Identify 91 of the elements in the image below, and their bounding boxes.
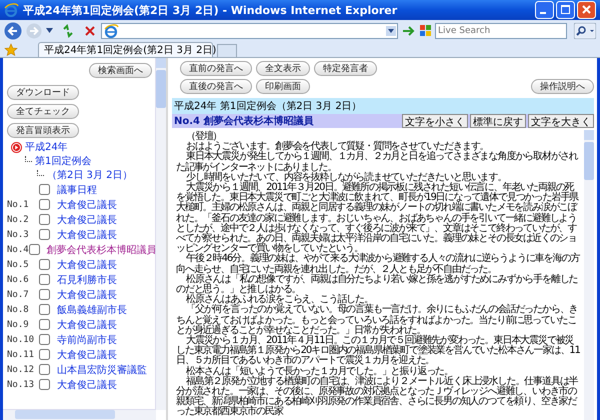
nav-button[interactable]: 全文表示	[256, 61, 310, 76]
paragraph: 松本さんは「短いようで長かった１カ月でした。」と振り返った。	[185, 366, 454, 377]
speaker-link[interactable]: 寺前尚副市長	[57, 332, 117, 346]
paragraph: 少し時間をいただいて、内容を抜粋しながら読ませていただきたいと思います。	[185, 172, 506, 183]
item-number: No.8	[7, 304, 30, 314]
window-title: 平成24年第1回定例会(第2日 3月 2日) - Windows Internet Explorer	[23, 2, 398, 18]
play-circle-icon[interactable]	[11, 142, 22, 152]
speaker-link[interactable]: 議事日程	[57, 182, 97, 196]
checkbox[interactable]	[39, 199, 50, 210]
search-screen-button[interactable]: 検索画面へ	[89, 63, 152, 78]
star-icon[interactable]	[4, 43, 18, 57]
maximize-icon[interactable]	[556, 1, 575, 19]
dropdown-icon[interactable]	[46, 28, 53, 33]
checkbox[interactable]	[39, 349, 50, 360]
checkbox[interactable]	[39, 364, 50, 375]
nav-button[interactable]: 直後の発言へ	[180, 79, 252, 94]
paragraph: 「父が何を言ったのか覚えていない。母の言葉も一言だけ。余りにもふだんの会話だったから、きちんと覚えておけばよかった。もっと会っていろいろ話をすればよかった。当たり前に思っていたことが身近過ぎることが幸せなことだった。」日常が失われた。	[176, 305, 579, 336]
item-number: No.4	[7, 244, 29, 254]
checkbox[interactable]	[39, 289, 50, 300]
address-field[interactable]	[101, 22, 398, 38]
speaker-link[interactable]: 山本昌宏防災審議監	[57, 362, 147, 376]
paragraph: 東日本大震災が発生してから１週間、１カ月、２カ月と日を追ってさまざまな角度から取材がされた記事がインターネットにありました。	[176, 152, 580, 173]
font-size-button[interactable]: 文字を大きく	[528, 114, 594, 128]
paragraph: 午後２時46分。義理の妹は、やがて来る大津波から避難する人々の流れに逆らうように車を海の方向へ走らせ、自宅にいた両親を連れ出した。だが、２人とも足が不自由だった。	[176, 254, 581, 275]
ie-page-icon	[104, 24, 119, 38]
nav-button[interactable]: 印刷画面	[256, 79, 310, 94]
item-number: No.6	[7, 274, 30, 284]
checkbox[interactable]	[39, 334, 50, 345]
item-number: No.13	[7, 380, 36, 390]
checkbox[interactable]	[39, 184, 50, 195]
dropdown-icon[interactable]	[386, 26, 396, 36]
checkbox[interactable]	[39, 274, 50, 285]
checkbox[interactable]	[39, 379, 50, 390]
tree-connector	[37, 170, 44, 176]
item-number: No.5	[7, 260, 30, 270]
speaker-link[interactable]: 大倉俊己議長	[57, 228, 117, 242]
tree-link[interactable]: 平成24年	[25, 140, 68, 154]
speaker-link[interactable]: 大倉俊己議長	[57, 378, 117, 392]
horizontal-scrollbar[interactable]	[3, 409, 156, 420]
speaker-link[interactable]: 大倉俊己議長	[57, 212, 117, 226]
page-button[interactable]: ダウンロード	[7, 85, 79, 100]
checkbox[interactable]	[39, 304, 50, 315]
vertical-scrollbar[interactable]	[155, 58, 166, 410]
refresh-icon[interactable]	[61, 24, 75, 38]
tree-connector	[25, 156, 32, 162]
page-button[interactable]: 発言冒頭表示	[7, 123, 79, 138]
page-button[interactable]: 全てチェック	[7, 104, 79, 119]
item-number: No.3	[7, 230, 30, 240]
checkbox[interactable]	[39, 259, 50, 270]
item-number: No.2	[7, 214, 30, 224]
speaker-link[interactable]: 大倉俊己議長	[57, 258, 117, 272]
font-size-button[interactable]: 文字を小さく	[402, 114, 468, 128]
tree-link[interactable]: （第2日 3月 2日）	[47, 168, 132, 182]
font-size-button[interactable]: 標準に戻す	[470, 114, 526, 128]
speaker-link[interactable]: 大倉俊己議長	[57, 318, 117, 332]
speaker-link[interactable]: 大倉俊己議長	[57, 288, 117, 302]
paragraph: 大震災から１カ月、2011年４月11日。この１カ月で５回避難先が変わった。東日本大震災で被災した東京電力福島第１原発から20キロ圏内の福島県楢葉町で塗装業を営んでいた松本さん一家は、11日、５カ所目であるいわき市のアパートで震災１カ月を迎えた。	[176, 336, 581, 366]
help-button[interactable]: 操作説明へ	[531, 79, 594, 94]
speaker-link[interactable]: 飯島義雄副市長	[57, 302, 127, 316]
nav-button[interactable]: 直前の発言へ	[180, 61, 252, 76]
speaker-link[interactable]: 大倉俊己議長	[57, 348, 117, 362]
close-icon[interactable]	[577, 1, 596, 19]
checkbox[interactable]	[39, 319, 50, 330]
go-arrow-icon[interactable]	[402, 24, 416, 36]
browser-tab[interactable]: 平成24年第1回定例会(第2日 3月 2日)	[38, 42, 213, 57]
paragraph: 福島第２原発が立地する楢葉町の自宅は、津波により２メートル近く床上浸水した。仕事道具は半分が流された。一家は、その後に、原発事故の対応拠点となったＪヴィレッジへ避難し、いわき市の親類宅、新潟県柏崎市にある柏崎刈羽原発の作業員宿舎、さらに長男の知人のつてを頼り、空き家だった東京都西東京市の民家	[176, 376, 579, 418]
item-number: No.9	[7, 320, 30, 330]
item-number: No.12	[7, 364, 36, 374]
speaker-link[interactable]: 創夢会代表杉本博昭議員	[46, 242, 157, 256]
speaker-name: No.4 創夢会代表杉本博昭議員	[174, 114, 314, 128]
stop-icon[interactable]	[83, 24, 97, 38]
ie-logo-icon	[4, 3, 19, 17]
speaker-link[interactable]: 石見利勝市長	[57, 272, 117, 286]
checkbox[interactable]	[39, 229, 50, 240]
nav-button[interactable]: 特定発言者	[314, 61, 377, 76]
item-number: No.7	[7, 290, 30, 300]
minimize-icon[interactable]	[535, 1, 554, 19]
item-number: No.11	[7, 350, 36, 360]
session-title: 平成24年 第1回定例会（第2日 3月 2日）	[172, 98, 594, 114]
item-number: No.1	[7, 200, 30, 210]
tree-link[interactable]: 第1回定例会	[35, 154, 92, 168]
search-icon[interactable]	[574, 22, 596, 38]
back-icon[interactable]	[4, 22, 22, 40]
checkbox[interactable]	[28, 244, 40, 255]
windows-flag-icon	[420, 24, 432, 36]
checkbox[interactable]	[39, 214, 50, 225]
search-field[interactable]: Live Search	[435, 22, 567, 38]
item-number: No.10	[7, 334, 36, 344]
vertical-scrollbar[interactable]	[584, 130, 594, 420]
paragraph: （登壇）	[185, 132, 223, 142]
speaker-link[interactable]: 大倉俊己議長	[57, 198, 117, 212]
